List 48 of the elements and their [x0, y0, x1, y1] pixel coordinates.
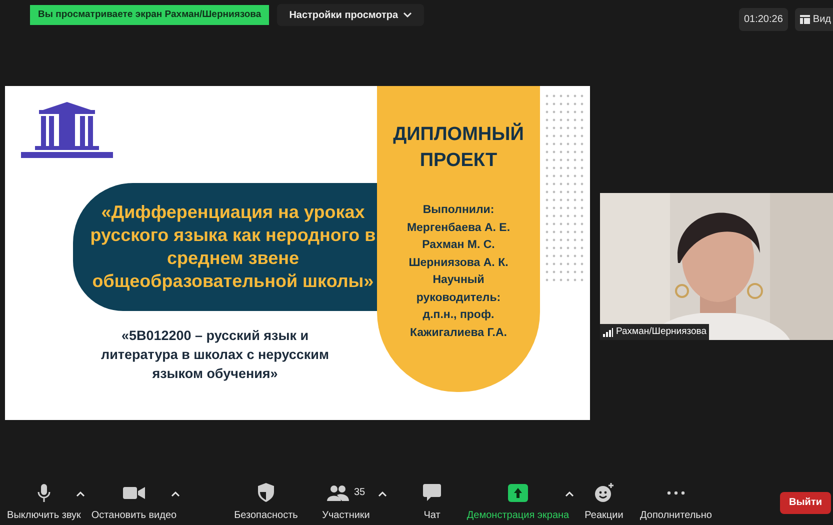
toolbar-button[interactable]: Остановить видео [89, 480, 179, 524]
diploma-title-line: ПРОЕКТ [420, 149, 498, 173]
shield-icon [258, 483, 274, 502]
participant-count: 35 [354, 486, 366, 500]
caret-icon[interactable] [403, 12, 412, 18]
video-camera-icon [123, 486, 145, 500]
share-screen-icon [508, 484, 528, 502]
toolbar-button[interactable]: Выключить звук [4, 480, 84, 524]
sharing-banner: Вы просматриваете экран Рахман/Шерниязова [30, 5, 270, 25]
caret-icon[interactable] [171, 490, 180, 496]
credits-line: д.п.н., проф. [422, 308, 494, 323]
meeting-timer: 01:20:26 [738, 8, 788, 31]
toolbar-button[interactable]: Дополнительно [636, 480, 716, 524]
view-button[interactable]: Вид [794, 8, 833, 31]
microphone-icon [37, 482, 51, 502]
credits-line: Научный [432, 273, 484, 288]
participant-name-label: Рахман/Шерниязова [600, 324, 710, 340]
leave-button[interactable]: Выйти [780, 492, 831, 514]
toolbar-button[interactable]: Безопасность [226, 480, 306, 524]
caret-icon[interactable] [565, 490, 574, 496]
topic-title-line: среднем звене [166, 247, 300, 270]
topic-title-line: русского языка как неродного в [90, 224, 376, 247]
caret-icon[interactable] [76, 490, 85, 496]
toolbar-button[interactable]: Чат [407, 480, 457, 524]
credits-line: Шерниязова А. К. [408, 256, 508, 270]
caret-icon[interactable] [378, 490, 387, 496]
topic-title-line: «Дифференциация на уроках [101, 201, 365, 224]
people-icon [326, 484, 349, 500]
toolbar-button[interactable]: Реакции [574, 480, 634, 524]
grid-icon [800, 15, 810, 24]
university-logo-icon [21, 100, 113, 160]
more-icon [667, 490, 685, 494]
chat-bubble-icon [423, 484, 441, 501]
toolbar-button[interactable]: 35 Участники [306, 480, 386, 524]
specialty-line: «5В012200 – русский язык и [121, 327, 309, 345]
diploma-title-line: ДИПЛОМНЫЙ [393, 122, 524, 147]
specialty-line: литература в школах с нерусским [101, 346, 329, 364]
toolbar-button[interactable]: Демонстрация экрана [463, 480, 573, 524]
credits-line: Рахман М. С. [422, 238, 495, 253]
credits-line: руководитель: [416, 290, 501, 306]
credits-line: Выполнили: [422, 203, 494, 218]
credits-line: Мергенбаева А. Е. [406, 220, 510, 236]
view-options-button[interactable]: Настройки просмотра [277, 4, 424, 26]
signal-bars-icon [603, 328, 613, 336]
smiley-icon [594, 482, 614, 502]
specialty-line: языком обучения» [152, 365, 278, 383]
credits-line: Кажигалиева Г.А. [410, 326, 508, 340]
topic-title-line: общеобразовательной школы» [92, 270, 374, 293]
